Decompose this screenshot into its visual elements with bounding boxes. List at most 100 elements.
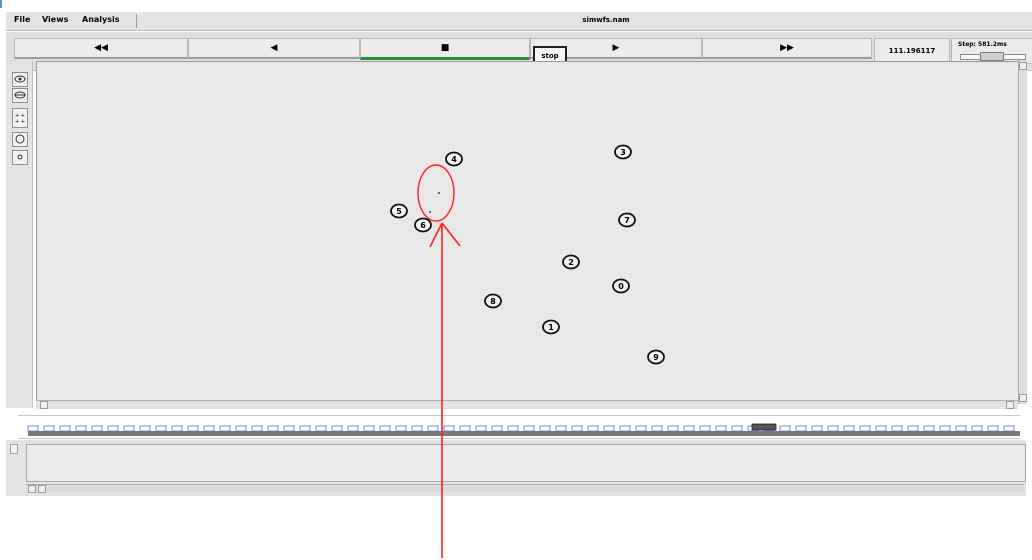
time-tick	[75, 425, 87, 432]
time-tick	[1003, 425, 1015, 432]
scroll-down-arrow[interactable]	[1019, 394, 1027, 402]
time-tick	[667, 425, 679, 432]
svg-text:+ +: + +	[15, 119, 25, 125]
time-tick	[827, 425, 839, 432]
fast-forward-button[interactable]: ▶▶	[702, 38, 872, 59]
time-tick	[475, 425, 487, 432]
time-tick	[539, 425, 551, 432]
bottom-panel-area	[6, 440, 1026, 496]
panel-resize-handle[interactable]	[10, 444, 18, 454]
eye-icon[interactable]	[12, 72, 28, 87]
play-icon: ▶	[612, 43, 620, 53]
bottom-horizontal-scrollbar[interactable]	[26, 484, 1024, 493]
time-tick	[731, 425, 743, 432]
time-tick	[187, 425, 199, 432]
time-tick	[315, 425, 327, 432]
file-name-title: simwfs.nam	[582, 16, 630, 24]
monitor-panel	[26, 444, 1026, 482]
network-node[interactable]: 1	[542, 319, 560, 335]
rewind-icon: ◀	[270, 43, 278, 53]
window-edge-accent	[0, 0, 2, 8]
node-label: 3	[620, 148, 626, 157]
circle-icon[interactable]	[12, 132, 28, 147]
network-node[interactable]: 4	[445, 151, 463, 167]
time-tick	[619, 425, 631, 432]
time-tick	[987, 425, 999, 432]
scroll-left-arrow[interactable]	[40, 401, 48, 409]
node-label: 4	[451, 155, 457, 164]
time-tick	[891, 425, 903, 432]
time-slider-thumb[interactable]	[751, 423, 777, 431]
time-slider-ticks	[27, 423, 1020, 436]
grid-icon[interactable]: + + + +	[12, 108, 28, 128]
scroll-right-arrow[interactable]	[1006, 401, 1014, 409]
time-tick	[683, 425, 695, 432]
time-tick	[939, 425, 951, 432]
menu-bar: File Views Analysis simwfs.nam	[6, 12, 1032, 31]
fast-forward-icon: ▶▶	[780, 43, 794, 53]
time-tick	[283, 425, 295, 432]
network-node[interactable]: 3	[614, 144, 632, 160]
menu-file[interactable]: File	[14, 15, 30, 24]
network-node[interactable]: 0	[612, 278, 630, 294]
time-tick	[395, 425, 407, 432]
time-tick	[107, 425, 119, 432]
time-tick	[555, 425, 567, 432]
time-tick	[427, 425, 439, 432]
bottom-scroll-left-arrow[interactable]	[28, 485, 36, 493]
menu-views[interactable]: Views	[42, 15, 68, 24]
network-node[interactable]: 8	[484, 293, 502, 309]
dot-icon[interactable]	[12, 150, 28, 165]
stop-button[interactable]: ■	[360, 38, 530, 60]
time-tick	[923, 425, 935, 432]
time-tick	[955, 425, 967, 432]
time-tick	[779, 425, 791, 432]
menu-views-label: Views	[42, 15, 69, 24]
node-layer: 4 3 5 6 7 2 0 8 1 9	[390, 144, 665, 365]
menu-separator	[136, 14, 137, 28]
time-tick	[155, 425, 167, 432]
time-tick	[587, 425, 599, 432]
time-tick	[267, 425, 279, 432]
menu-file-label: File	[14, 15, 31, 24]
node-label: 9	[653, 353, 659, 362]
network-node[interactable]: 6	[414, 217, 432, 233]
time-tick	[171, 425, 183, 432]
time-tick	[971, 425, 983, 432]
time-tick	[251, 425, 263, 432]
time-tick	[379, 425, 391, 432]
time-tick	[43, 425, 55, 432]
step-slider-thumb[interactable]	[980, 52, 1004, 61]
network-node[interactable]: 7	[618, 212, 636, 228]
canvas-horizontal-scrollbar[interactable]	[36, 400, 1018, 409]
network-node[interactable]: 2	[562, 254, 580, 270]
time-tick	[715, 425, 727, 432]
time-tick	[875, 425, 887, 432]
node-label: 8	[490, 297, 496, 306]
time-tick	[651, 425, 663, 432]
node-label: 7	[624, 216, 630, 225]
menu-analysis-label: Analysis	[82, 15, 120, 24]
time-slider[interactable]	[18, 415, 1020, 439]
time-tick	[331, 425, 343, 432]
eye-alt-icon[interactable]	[12, 88, 28, 103]
time-tick	[491, 425, 503, 432]
time-tick	[443, 425, 455, 432]
time-tick	[859, 425, 871, 432]
menu-analysis[interactable]: Analysis	[82, 15, 120, 24]
canvas-vertical-scrollbar[interactable]	[1018, 60, 1027, 404]
rewind-button[interactable]: ◀	[188, 38, 360, 59]
network-node[interactable]: 9	[647, 349, 665, 365]
network-node[interactable]: 5	[390, 203, 408, 219]
time-tick	[27, 425, 39, 432]
time-tick	[411, 425, 423, 432]
bottom-scroll-left-arrow-2[interactable]	[38, 485, 46, 493]
time-tick	[603, 425, 615, 432]
fast-rewind-button[interactable]: ◀◀	[14, 38, 188, 59]
time-tick	[811, 425, 823, 432]
time-tick	[363, 425, 375, 432]
time-tick	[235, 425, 247, 432]
network-animation-canvas[interactable]: 4 3 5 6 7 2 0 8 1 9	[36, 61, 1020, 402]
time-tick	[571, 425, 583, 432]
scroll-up-arrow[interactable]	[1019, 62, 1027, 70]
